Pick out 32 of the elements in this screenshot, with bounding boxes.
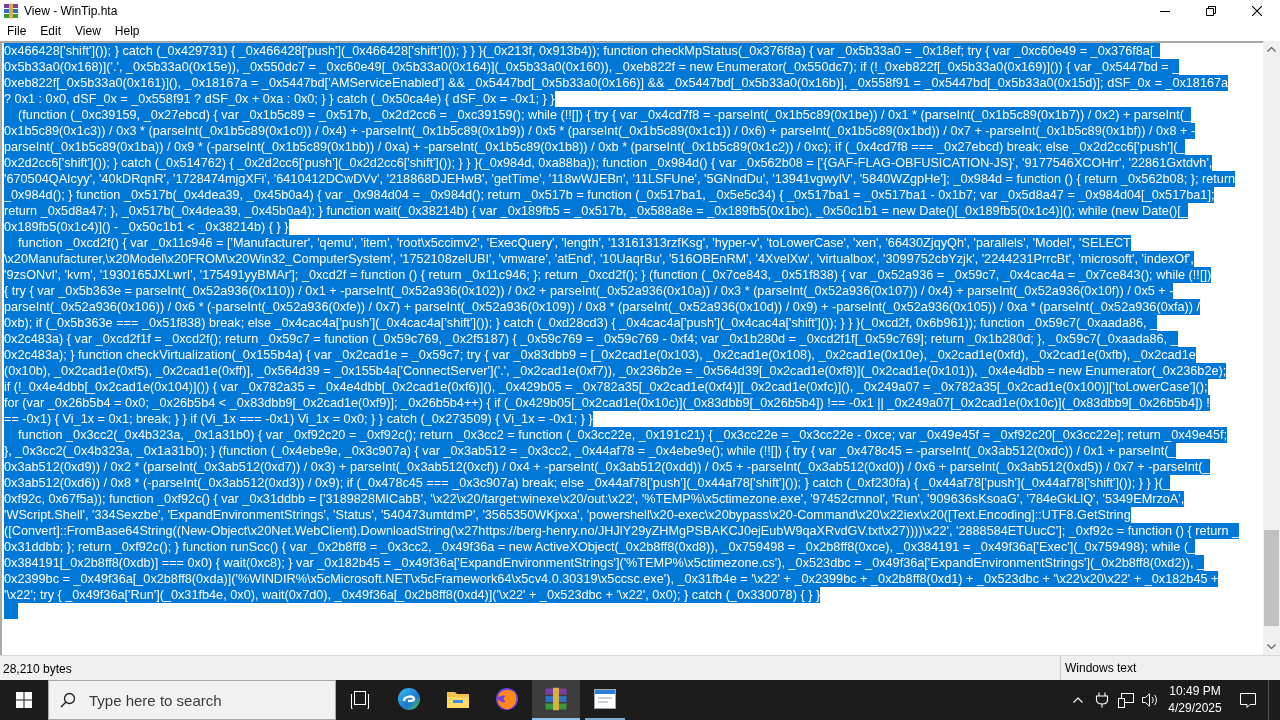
- speaker-icon: [1142, 693, 1158, 707]
- scroll-thumb[interactable]: [1264, 530, 1279, 626]
- menu-item[interactable]: Help: [107, 22, 147, 41]
- text-view[interactable]: [0, 41, 1263, 655]
- browser-icon: [397, 687, 421, 711]
- caret-down-icon: [1267, 644, 1276, 649]
- plug-icon: [1095, 692, 1109, 708]
- menu-item[interactable]: View: [68, 22, 108, 41]
- restore-icon: [1206, 6, 1216, 16]
- minimize-icon: [1160, 10, 1170, 12]
- window-icon: [594, 689, 616, 709]
- menu-item[interactable]: File: [0, 22, 34, 41]
- app-icon: [3, 3, 19, 19]
- network-icon: [1118, 692, 1134, 708]
- folder-icon: [446, 689, 470, 709]
- window-logo-icon: [16, 692, 32, 708]
- chevron-up-icon: [1073, 697, 1083, 703]
- browser-icon: [495, 687, 519, 711]
- clock-button[interactable]: 10:49 PM 4/29/2025: [1162, 680, 1228, 720]
- taskbar-app[interactable]: [532, 680, 580, 720]
- task-view-icon: [350, 691, 370, 709]
- menu-item[interactable]: Edit: [33, 22, 69, 41]
- notification-icon: [1240, 692, 1256, 708]
- status-text: 28,210 bytes: [3, 662, 72, 676]
- search-field[interactable]: Type here to search: [48, 680, 336, 720]
- archive-books-icon: [544, 687, 568, 711]
- search-icon: [60, 692, 76, 708]
- scrollbar[interactable]: [1263, 41, 1280, 655]
- window-title: View - WinTip.hta: [24, 4, 118, 18]
- close-icon: [1252, 6, 1262, 16]
- status-text: Windows text: [1065, 660, 1137, 677]
- caret-up-icon: [1267, 47, 1276, 52]
